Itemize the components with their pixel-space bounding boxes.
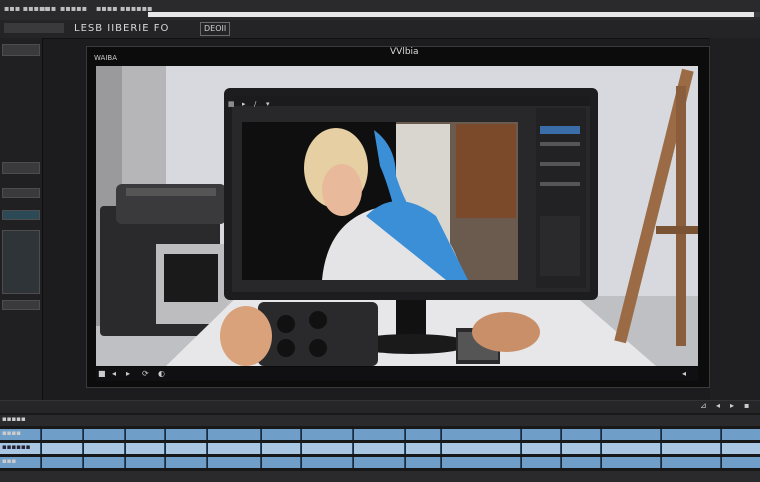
clip-divider[interactable] bbox=[520, 443, 522, 454]
rewind-icon[interactable]: ◂ bbox=[112, 369, 116, 378]
clip-divider[interactable] bbox=[404, 429, 406, 440]
clip-divider[interactable] bbox=[352, 429, 354, 440]
clip-divider[interactable] bbox=[40, 443, 42, 454]
timeline-track-5[interactable] bbox=[0, 471, 760, 482]
clip-divider[interactable] bbox=[560, 457, 562, 468]
loop-icon[interactable]: ⟳ bbox=[142, 369, 149, 378]
toolbar-title: LESB IIBERIE FO bbox=[74, 23, 170, 34]
inner-play-icon: ▸ bbox=[242, 100, 246, 108]
inner-dropdown-icon: ▾ bbox=[266, 100, 270, 108]
left-panel-control[interactable] bbox=[2, 188, 40, 198]
timeline-end-icon[interactable]: ▪ bbox=[744, 401, 749, 410]
clip-divider[interactable] bbox=[124, 429, 126, 440]
clip-divider[interactable] bbox=[660, 457, 662, 468]
inner-grid-icon: ▦ bbox=[228, 100, 235, 108]
clip-divider[interactable] bbox=[404, 443, 406, 454]
timeline-track-4[interactable]: ▪▪▪ bbox=[0, 457, 760, 468]
menu-bar: ▪▪▪ ▪▪▪▪▪ ▪▪▪ ▪▪▪▪▪ ▪▪▪▪ ▪▪▪▪▪▪ bbox=[0, 0, 760, 21]
clip-divider[interactable] bbox=[164, 429, 166, 440]
toolbar-field[interactable]: DEOII bbox=[200, 22, 231, 36]
clip-divider[interactable] bbox=[82, 457, 84, 468]
timeline-track-2[interactable]: ▪▪▪▪ bbox=[0, 429, 760, 440]
clip-divider[interactable] bbox=[300, 457, 302, 468]
timeline-next-icon[interactable]: ▸ bbox=[730, 401, 734, 410]
left-panel-row[interactable] bbox=[2, 300, 40, 310]
printer-illustration bbox=[100, 184, 226, 336]
toolbar-selector[interactable] bbox=[4, 23, 64, 33]
menu-item-edit[interactable]: ▪▪▪ bbox=[40, 4, 56, 13]
clip-divider[interactable] bbox=[206, 429, 208, 440]
clip-divider[interactable] bbox=[440, 429, 442, 440]
toolbar: LESB IIBERIE FO DEOII bbox=[0, 20, 760, 39]
clip-divider[interactable] bbox=[600, 429, 602, 440]
timeline-track-1[interactable]: ▪▪▪▪▪ bbox=[0, 415, 760, 426]
stop-icon[interactable]: ■ bbox=[98, 369, 106, 378]
clip-divider[interactable] bbox=[40, 429, 42, 440]
inner-monitor-toolbar: ▦ ▸ / ▾ bbox=[228, 100, 348, 110]
track-label: ▪▪▪▪ bbox=[2, 429, 21, 437]
clip-divider[interactable] bbox=[124, 457, 126, 468]
viewer-corner-label: WAIBA bbox=[94, 54, 117, 62]
scene-illustration bbox=[96, 66, 698, 366]
clip-divider[interactable] bbox=[600, 457, 602, 468]
clip-divider[interactable] bbox=[352, 457, 354, 468]
clip-divider[interactable] bbox=[300, 429, 302, 440]
left-panel-selection[interactable] bbox=[2, 210, 40, 220]
clip-divider[interactable] bbox=[82, 429, 84, 440]
render-progress-fill bbox=[148, 12, 754, 17]
clip-divider[interactable] bbox=[260, 443, 262, 454]
clip-divider[interactable] bbox=[82, 443, 84, 454]
track-label: ▪▪▪ bbox=[2, 457, 17, 465]
clip-divider[interactable] bbox=[440, 457, 442, 468]
menu-item-clip[interactable]: ▪▪▪▪ bbox=[96, 4, 118, 13]
clip-divider[interactable] bbox=[260, 457, 262, 468]
clip-divider[interactable] bbox=[352, 443, 354, 454]
clip-divider[interactable] bbox=[206, 457, 208, 468]
viewer-title: VVlbia bbox=[390, 47, 419, 57]
track-label: ▪▪▪▪▪ bbox=[2, 415, 26, 423]
clip-divider[interactable] bbox=[600, 443, 602, 454]
clip-divider[interactable] bbox=[560, 429, 562, 440]
clip-divider[interactable] bbox=[404, 457, 406, 468]
timeline-prev-icon[interactable]: ◂ bbox=[716, 401, 720, 410]
track-label: ▪▪▪▪▪▪ bbox=[2, 443, 31, 451]
timeline-ruler[interactable]: ⊿ ◂ ▸ ▪ bbox=[0, 401, 760, 413]
clip-divider[interactable] bbox=[40, 457, 42, 468]
clip-divider[interactable] bbox=[300, 443, 302, 454]
timeline-marker-icon[interactable]: ⊿ bbox=[700, 401, 707, 410]
timeline-track-3[interactable]: ▪▪▪▪▪▪ bbox=[0, 443, 760, 454]
volume-icon[interactable]: ◂ bbox=[682, 369, 686, 378]
clip-divider[interactable] bbox=[720, 457, 722, 468]
clip-divider[interactable] bbox=[260, 429, 262, 440]
play-icon[interactable]: ▸ bbox=[126, 369, 130, 378]
left-panel bbox=[0, 38, 43, 410]
left-panel-thumbnail[interactable] bbox=[2, 230, 40, 294]
inner-pen-icon: / bbox=[254, 100, 257, 108]
left-panel-slider[interactable] bbox=[2, 162, 40, 174]
right-panel bbox=[710, 38, 760, 400]
clip-divider[interactable] bbox=[520, 457, 522, 468]
clip-divider[interactable] bbox=[720, 443, 722, 454]
clip-divider[interactable] bbox=[164, 457, 166, 468]
clip-divider[interactable] bbox=[206, 443, 208, 454]
menu-item-view[interactable]: ▪▪▪▪▪ bbox=[60, 4, 87, 13]
clip-divider[interactable] bbox=[440, 443, 442, 454]
timeline-panel: ⊿ ◂ ▸ ▪ ▪▪▪▪▪ ▪▪▪▪ ▪▪▪▪▪▪ ▪▪▪ bbox=[0, 400, 760, 482]
clip-divider[interactable] bbox=[164, 443, 166, 454]
clip-divider[interactable] bbox=[520, 429, 522, 440]
clip-divider[interactable] bbox=[660, 429, 662, 440]
viewer-controls: ■ ◂ ▸ ⟳ ◐ ◂ bbox=[96, 367, 698, 381]
left-panel-header[interactable] bbox=[2, 44, 40, 56]
clip-divider[interactable] bbox=[124, 443, 126, 454]
clip-divider[interactable] bbox=[720, 429, 722, 440]
viewer-image bbox=[96, 66, 698, 366]
display-mode-icon[interactable]: ◐ bbox=[158, 369, 165, 378]
clip-divider[interactable] bbox=[660, 443, 662, 454]
clip-divider[interactable] bbox=[560, 443, 562, 454]
